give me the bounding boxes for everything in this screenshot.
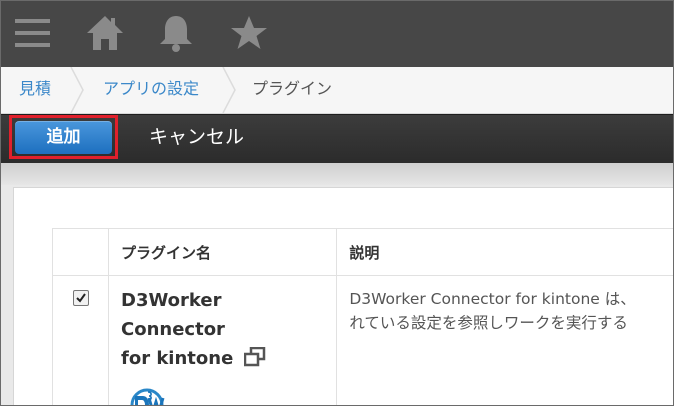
plugin-description-cell: D3Worker Connector for kintone は、 れている設定… (336, 275, 673, 405)
header-description: 説明 (336, 228, 673, 276)
home-icon[interactable] (85, 13, 125, 53)
plugin-name-cell: D3Worker Connector for kintone (107, 275, 338, 405)
checkmark-icon (75, 293, 86, 303)
plugin-checkbox[interactable] (72, 290, 89, 306)
header-check (52, 228, 109, 276)
plugin-name: D3Worker Connector for kintone (121, 286, 326, 376)
bell-icon[interactable] (156, 13, 196, 53)
breadcrumb-app[interactable]: 見積 (19, 67, 51, 113)
table-header-row: プラグイン名 説明 (52, 228, 673, 276)
row-check-cell (52, 275, 109, 405)
action-bar: 追加 キャンセル (1, 114, 673, 164)
external-link-icon[interactable] (243, 346, 266, 376)
plugin-description-line1: D3Worker Connector for kintone は、 (349, 290, 636, 308)
global-header (1, 1, 673, 67)
star-icon[interactable] (229, 13, 269, 53)
app-window: 見積 アプリの設定 プラグイン 追加 キャンセル プラグイン名 説明 D3Wor… (0, 0, 674, 406)
plugin-name-line1: D3Worker Connector (121, 290, 225, 340)
d3w-logo-icon (121, 388, 175, 405)
breadcrumb-current-plugins: プラグイン (252, 79, 333, 98)
header-plugin-name: プラグイン名 (107, 228, 338, 276)
breadcrumb: 見積 アプリの設定 プラグイン (1, 67, 673, 114)
breadcrumb-separator (222, 67, 236, 113)
plugin-description-line2: れている設定を参照しワークを実行する (349, 314, 628, 332)
breadcrumb-separator (70, 67, 84, 113)
plugin-panel: プラグイン名 説明 D3Worker Connector for kintone… (13, 187, 673, 405)
table-row[interactable]: D3Worker Connector for kintone D3Worker … (52, 275, 673, 405)
plugin-table: プラグイン名 説明 D3Worker Connector for kintone… (52, 228, 673, 405)
cancel-button[interactable]: キャンセル (149, 121, 244, 154)
breadcrumb-app-settings[interactable]: アプリの設定 (103, 67, 199, 113)
plugin-name-line2: for kintone (121, 348, 234, 369)
menu-icon[interactable] (13, 13, 53, 53)
add-button[interactable]: 追加 (15, 121, 112, 154)
panel-shadow (1, 163, 673, 185)
